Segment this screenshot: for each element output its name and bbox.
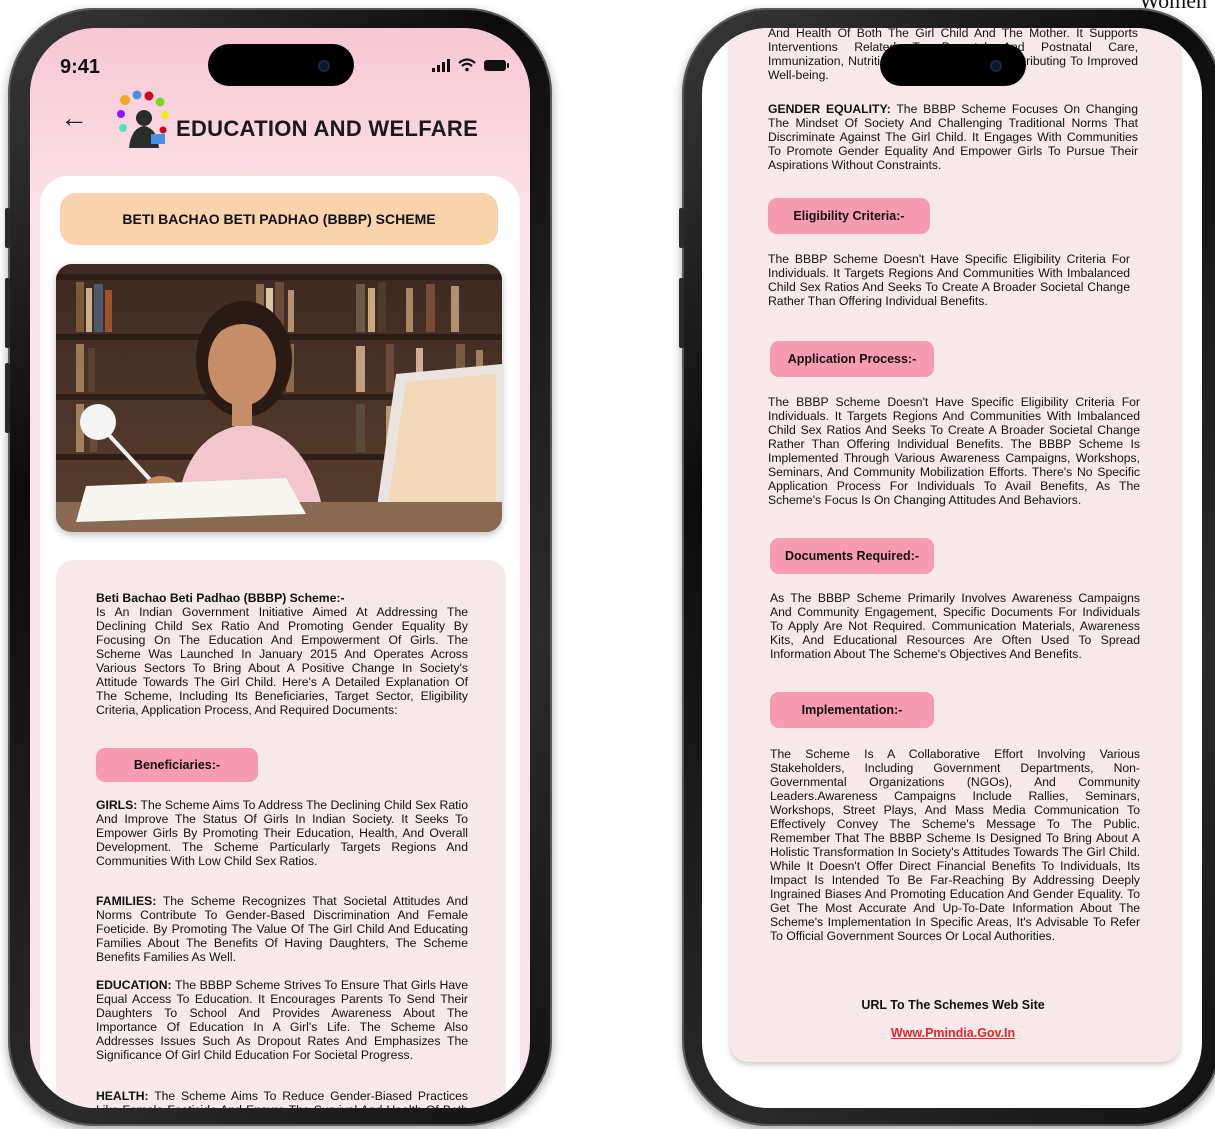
documents-text: As The BBBP Scheme Primarily Involves Aw…: [770, 591, 1140, 661]
phone-frame-left: 9:41 ← EDUCATION AND WELFARE BETI BACHAO…: [5, 8, 552, 1126]
education-label: EDUCATION:: [96, 978, 172, 992]
implementation-pill: Implementation:-: [770, 692, 934, 728]
page-title: EDUCATION AND WELFARE: [176, 116, 479, 141]
scheme-title-pill: BETI BACHAO BETI PADHAO (BBBP) SCHEME: [60, 193, 498, 245]
gender-equality-label: GENDER EQUALITY:: [768, 102, 891, 116]
back-arrow-icon[interactable]: ←: [60, 104, 88, 132]
families-label: FAMILIES:: [96, 894, 157, 908]
education-paragraph: EDUCATION: The BBBP Scheme Strives To En…: [96, 978, 468, 1062]
hero-image: [56, 264, 502, 532]
gender-equality-paragraph: GENDER EQUALITY: The BBBP Scheme Focuses…: [768, 102, 1138, 172]
documents-pill: Documents Required:-: [770, 538, 934, 574]
screen-right: And Health Of Both The Girl Child And Th…: [702, 28, 1202, 1108]
health-text: The Scheme Aims To Reduce Gender-Biased …: [96, 1089, 468, 1108]
eligibility-pill: Eligibility Criteria:-: [768, 198, 930, 234]
intro-paragraph: Beti Bachao Beti Padhao (BBBP) Scheme:- …: [96, 591, 468, 717]
girls-label: GIRLS:: [96, 798, 138, 812]
phone-frame-right: And Health Of Both The Girl Child And Th…: [679, 8, 1215, 1126]
families-paragraph: FAMILIES: The Scheme Recognizes That Soc…: [96, 894, 468, 964]
screen-left: 9:41 ← EDUCATION AND WELFARE BETI BACHAO…: [30, 28, 530, 1108]
implementation-text: The Scheme Is A Collaborative Effort Inv…: [770, 747, 1140, 943]
battery-icon: [484, 59, 509, 71]
wifi-icon: [458, 58, 476, 72]
url-label: URL To The Schemes Web Site: [861, 998, 1045, 1012]
beneficiaries-pill: Beneficiaries:-: [96, 748, 258, 782]
application-text: The BBBP Scheme Doesn't Have Specific El…: [768, 395, 1140, 507]
intro-heading: Beti Bachao Beti Padhao (BBBP) Scheme:-: [96, 591, 345, 605]
signal-icon: [432, 58, 450, 72]
health-label: HEALTH:: [96, 1089, 149, 1103]
health-paragraph: HEALTH: The Scheme Aims To Reduce Gender…: [96, 1089, 468, 1108]
girls-paragraph: GIRLS: The Scheme Aims To Address The De…: [96, 798, 468, 868]
education-welfare-logo: [117, 90, 169, 148]
status-icons: [432, 58, 509, 72]
eligibility-text: The BBBP Scheme Doesn't Have Specific El…: [768, 252, 1130, 308]
scheme-website-link[interactable]: Www.Pmindia.Gov.In: [770, 1026, 1136, 1040]
status-time: 9:41: [60, 56, 101, 78]
application-pill: Application Process:-: [770, 341, 934, 377]
dynamic-island-right: [880, 44, 1026, 86]
intro-text: Is An Indian Government Initiative Aimed…: [96, 605, 468, 717]
girls-text: The Scheme Aims To Address The Declining…: [96, 798, 469, 868]
dynamic-island: [208, 44, 354, 86]
